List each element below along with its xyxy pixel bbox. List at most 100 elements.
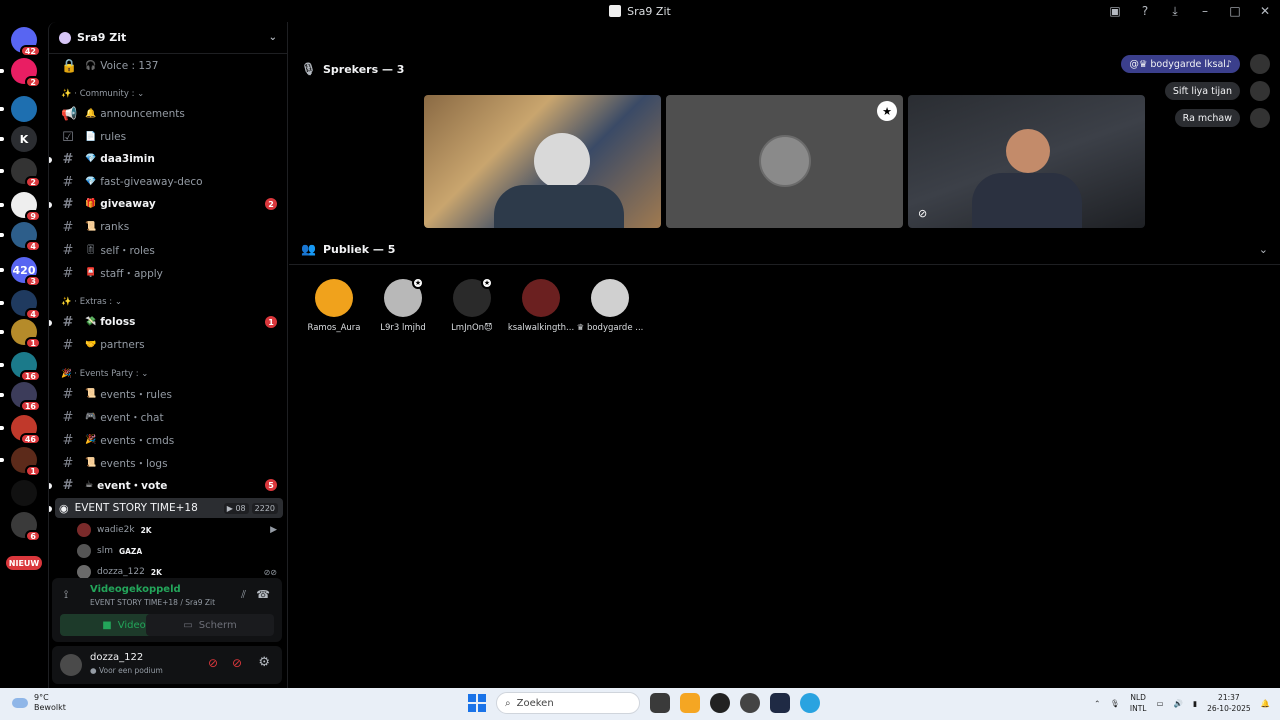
stage-channel-event-story-time[interactable]: ◉ EVENT STORY TIME+18 ▶ 08 2220: [55, 498, 283, 518]
server-label: K: [19, 132, 29, 146]
stage-channel-name: EVENT STORY TIME+18: [74, 502, 198, 514]
close-button[interactable]: ✕: [1250, 0, 1280, 22]
taskbar-search[interactable]: ⌕ Zoeken: [496, 692, 640, 714]
speaker-audio-tile[interactable]: ★: [666, 95, 903, 228]
category-community[interactable]: ✨ · Community : ⌄: [61, 89, 144, 99]
language-indicator[interactable]: NLD INTL: [1130, 692, 1147, 714]
audience-member[interactable]: Ramos_Aura: [299, 279, 369, 333]
network-icon[interactable]: ▭: [1156, 699, 1163, 708]
channel-events-rules[interactable]: # 📜 events・rules: [55, 384, 283, 404]
channel-events-logs[interactable]: # 📜 events・logs: [55, 453, 283, 473]
download-icon[interactable]: ⤓: [1160, 0, 1190, 22]
mic-muted-icon[interactable]: ⊘: [208, 656, 218, 670]
server-icon[interactable]: 2: [11, 158, 41, 188]
speaker-video-tile[interactable]: [424, 95, 661, 228]
category-events-party[interactable]: 🎉 · Events Party : ⌄: [61, 369, 148, 379]
channel-fast-giveaway-deco[interactable]: # 💎 fast-giveaway-deco: [55, 172, 283, 192]
channel-partners[interactable]: # 🤝 partners: [55, 335, 283, 355]
volume-icon[interactable]: 🔊: [1174, 699, 1183, 708]
inbox-icon[interactable]: ▣: [1100, 0, 1130, 22]
channel-self-roles[interactable]: # 🎚 self・roles: [55, 240, 283, 260]
voice-user[interactable]: wadie2k 2K ▶: [77, 521, 283, 539]
server-icon[interactable]: [11, 96, 37, 122]
server-icon[interactable]: 46: [11, 415, 41, 445]
minimize-button[interactable]: –: [1190, 0, 1220, 22]
discord-app-icon[interactable]: [740, 693, 760, 713]
guild-icon: [59, 31, 71, 44]
server-icon[interactable]: 2: [11, 58, 41, 88]
channel-foloss[interactable]: # 💸 foloss 1: [55, 312, 283, 332]
channel-label: rules: [100, 131, 127, 143]
megaphone-icon: 📢: [61, 106, 78, 122]
chevron-down-icon[interactable]: ⌄: [1259, 243, 1268, 256]
microphone-icon[interactable]: 🎙: [1110, 699, 1120, 708]
server-icon[interactable]: K: [11, 126, 37, 152]
screen-share-button[interactable]: ▭ Scherm: [146, 614, 274, 636]
steam-app-icon[interactable]: [770, 693, 790, 713]
audience-name: L9r3 lmjhd: [380, 323, 426, 333]
widgets-app-icon[interactable]: [680, 693, 700, 713]
notification-badge: 1: [25, 337, 41, 349]
notification-icon[interactable]: 🔔: [1261, 699, 1270, 708]
server-icon[interactable]: 4: [11, 290, 41, 320]
chevron-up-icon[interactable]: ⌃: [1094, 699, 1100, 708]
hash-icon: #: [62, 242, 74, 258]
time: 21:37: [1218, 693, 1240, 702]
clock[interactable]: 21:37 26-10-2025: [1207, 692, 1251, 714]
channel-rules[interactable]: ☑ 📄 rules: [55, 127, 283, 147]
channel-staff-apply[interactable]: # 📮 staff・apply: [55, 263, 283, 283]
channel-daa3imin[interactable]: # 💎 daa3imin: [55, 149, 283, 169]
server-icon[interactable]: 16: [11, 352, 41, 382]
channel-event-vote[interactable]: # ☕ event・vote 5: [55, 475, 283, 495]
voice-user[interactable]: slm GAZA: [77, 542, 283, 560]
task-view-icon[interactable]: [650, 693, 670, 713]
edge-browser-icon[interactable]: [800, 693, 820, 713]
avatar: ★: [384, 277, 424, 317]
maximize-button[interactable]: □: [1220, 0, 1250, 22]
hash-icon: #: [62, 386, 74, 402]
speaker-video-tile[interactable]: ⊘: [908, 95, 1145, 228]
rules-icon: ☑: [62, 129, 74, 145]
server-icon[interactable]: 42: [11, 27, 41, 57]
windows-start-icon[interactable]: [468, 694, 486, 712]
gear-icon[interactable]: ⚙: [258, 655, 270, 670]
server-icon[interactable]: 1: [11, 319, 41, 349]
audience-member[interactable]: ★ LmJnOn😈: [437, 277, 507, 333]
server-icon[interactable]: 6: [11, 512, 41, 542]
guild-header[interactable]: Sra9 Zit ⌄: [49, 22, 287, 54]
channel-giveaway[interactable]: # 🎁 giveaway 2: [55, 194, 283, 214]
deafen-icon[interactable]: ⊘: [232, 656, 242, 670]
noise-suppression-icon[interactable]: ⫽: [241, 588, 246, 602]
channel-event-chat[interactable]: # 🎮 event・chat: [55, 407, 283, 427]
audience-member[interactable]: ★ L9r3 lmjhd: [368, 277, 438, 333]
server-icon[interactable]: [11, 480, 37, 506]
server-icon[interactable]: 4: [11, 222, 41, 252]
weather-widget[interactable]: 9°C Bewolkt: [12, 693, 66, 713]
new-servers-pill[interactable]: NIEUW: [6, 556, 42, 570]
battery-icon[interactable]: ▮: [1193, 699, 1197, 708]
server-icon[interactable]: 16: [11, 382, 41, 412]
disconnect-icon[interactable]: ☎: [256, 588, 270, 601]
browser-app-icon[interactable]: [710, 693, 730, 713]
avatar: [591, 279, 629, 317]
headphones-icon: 🎧: [85, 61, 97, 71]
server-icon[interactable]: 1: [11, 447, 41, 477]
unread-indicator: [0, 107, 4, 111]
hash-icon: #: [62, 477, 74, 493]
channel-announcements[interactable]: 📢 🔔 announcements: [55, 104, 283, 124]
people-icon: 👥: [301, 242, 316, 256]
audience-member[interactable]: ksalwalkingth...: [506, 279, 576, 333]
audience-member[interactable]: ♛ bodygarde ...: [575, 279, 645, 333]
server-icon[interactable]: 420 3: [11, 257, 41, 287]
voice-status[interactable]: Videogekoppeld: [90, 584, 181, 595]
voice-channel-137[interactable]: 🔒 🎧 Voice : 137: [55, 56, 283, 76]
channel-events-cmds[interactable]: # 🎉 events・cmds: [55, 430, 283, 450]
chevron-down-icon[interactable]: ⌄: [269, 32, 277, 43]
avatar[interactable]: [60, 654, 82, 676]
channel-ranks[interactable]: # 📜 ranks: [55, 217, 283, 237]
discord-app: Sra9 Zit ▣ ? ⤓ – □ ✕ 42 2 K 2 9 4 420 3 4 1 16 16 46…: [0, 0, 1280, 720]
category-extras[interactable]: ✨ · Extras : ⌄: [61, 297, 122, 307]
notification-badge: 1: [25, 465, 41, 477]
server-icon[interactable]: 9: [11, 192, 41, 222]
help-icon[interactable]: ?: [1130, 0, 1160, 22]
